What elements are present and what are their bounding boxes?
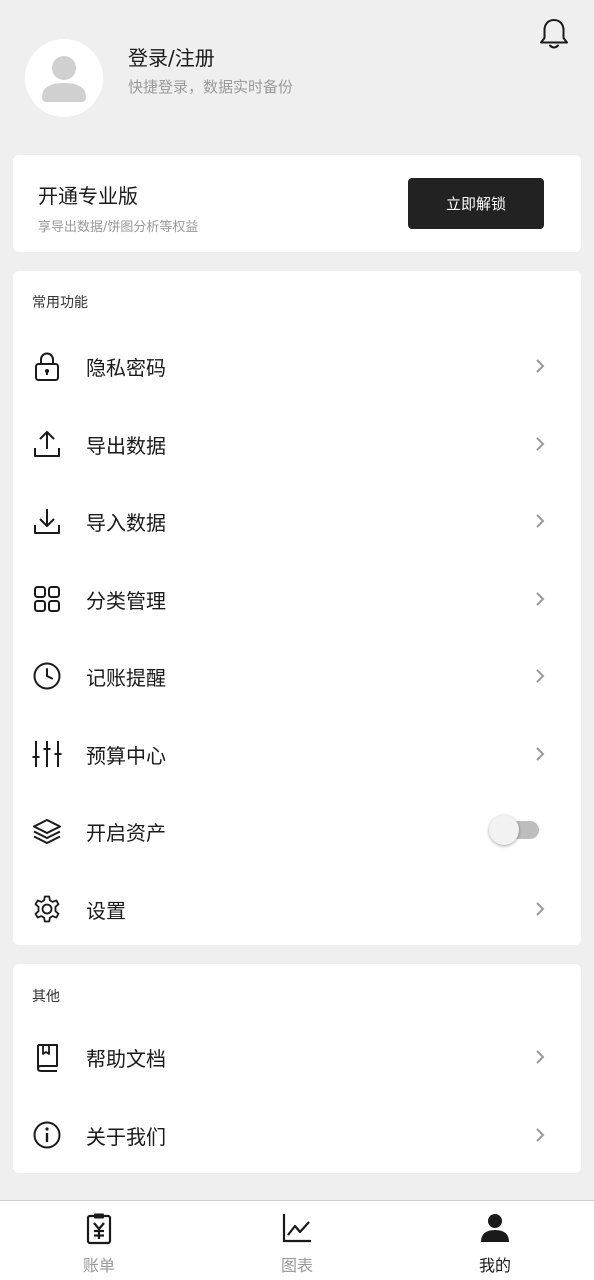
menu-item-label: 预算中心 [86, 744, 166, 768]
book-icon [37, 1044, 58, 1072]
unlock-button[interactable]: 立即解锁 [408, 178, 544, 229]
section-title-common: 常用功能 [32, 295, 88, 311]
grid-icon [34, 586, 60, 612]
chevron-right-icon [536, 437, 545, 451]
login-register-link[interactable]: 登录/注册 [128, 42, 215, 71]
lock-icon [35, 352, 59, 381]
download-icon [34, 509, 60, 534]
menu-item-label: 分类管理 [86, 589, 166, 613]
menu-item-label: 设置 [86, 899, 126, 923]
tab-bills[interactable]: 账单 [0, 1201, 198, 1280]
gear-icon [34, 895, 60, 923]
chart-icon [282, 1214, 311, 1243]
menu-item-category-management[interactable]: 分类管理 [13, 563, 581, 633]
menu-item-label: 开启资产 [86, 821, 166, 845]
chevron-right-icon [536, 359, 545, 373]
sliders-icon [32, 741, 62, 767]
pro-upgrade-card: 开通专业版 享导出数据/饼图分析等权益 立即解锁 [13, 155, 581, 252]
tab-label: 我的 [478, 1256, 511, 1275]
menu-item-label: 帮助文档 [86, 1047, 166, 1071]
menu-item-enable-assets: 开启资产 [13, 795, 581, 865]
upload-icon [34, 431, 60, 457]
bottom-tab-bar: 账单 图表 我的 [0, 1200, 594, 1280]
bell-icon[interactable] [536, 16, 572, 52]
menu-item-about-us[interactable]: 关于我们 [13, 1099, 581, 1169]
menu-item-help-docs[interactable]: 帮助文档 [13, 1021, 581, 1091]
menu-item-export-data[interactable]: 导出数据 [13, 408, 581, 478]
chevron-right-icon [536, 1128, 545, 1142]
user-avatar-icon [42, 56, 86, 102]
other-card: 其他 帮助文档 关于我们 [13, 964, 581, 1173]
chevron-right-icon [536, 669, 545, 683]
menu-item-bookkeeping-reminder[interactable]: 记账提醒 [13, 640, 581, 710]
bill-icon [86, 1213, 112, 1245]
tab-charts[interactable]: 图表 [198, 1201, 396, 1280]
login-subtitle: 快捷登录，数据实时备份 [128, 78, 294, 96]
pro-subtitle: 享导出数据/饼图分析等权益 [38, 220, 199, 235]
user-icon [481, 1214, 509, 1242]
enable-assets-toggle[interactable] [489, 815, 541, 845]
avatar[interactable] [25, 39, 103, 117]
info-icon [33, 1121, 61, 1149]
tab-mine[interactable]: 我的 [396, 1201, 594, 1280]
common-functions-card: 常用功能 隐私密码 导出数据 导入数据 分类管理 记账提醒 预算中心 开启资产 … [13, 271, 581, 945]
chevron-right-icon [536, 592, 545, 606]
menu-item-label: 隐私密码 [86, 356, 166, 380]
menu-item-settings[interactable]: 设置 [13, 873, 581, 943]
chevron-right-icon [536, 747, 545, 761]
menu-item-budget-center[interactable]: 预算中心 [13, 718, 581, 788]
tab-label: 图表 [280, 1256, 313, 1275]
menu-item-import-data[interactable]: 导入数据 [13, 485, 581, 555]
profile-header: 登录/注册 快捷登录，数据实时备份 [0, 0, 594, 150]
pro-title: 开通专业版 [38, 184, 138, 208]
chevron-right-icon [536, 1050, 545, 1064]
layers-icon [33, 819, 61, 844]
menu-item-label: 记账提醒 [86, 666, 166, 690]
section-title-other: 其他 [32, 989, 60, 1005]
chevron-right-icon [536, 514, 545, 528]
menu-item-label: 导入数据 [86, 511, 166, 535]
menu-item-label: 关于我们 [86, 1125, 166, 1149]
toggle-knob [489, 815, 519, 845]
menu-item-label: 导出数据 [86, 434, 166, 458]
menu-item-privacy-password[interactable]: 隐私密码 [13, 330, 581, 400]
clock-icon [33, 662, 61, 690]
tab-label: 账单 [82, 1256, 115, 1275]
chevron-right-icon [536, 902, 545, 916]
